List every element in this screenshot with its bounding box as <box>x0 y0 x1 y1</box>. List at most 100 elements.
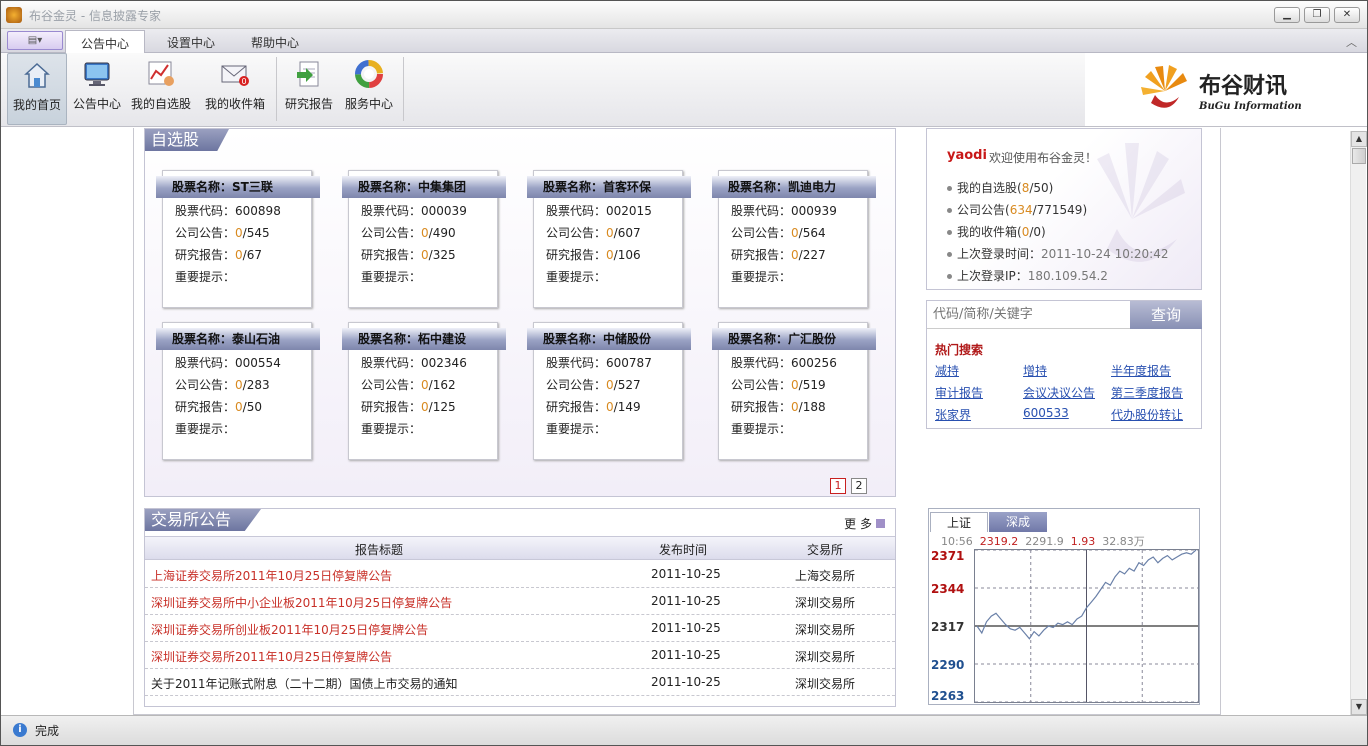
stock-card[interactable]: 股票名称：中集集团 股票代码：000039 公司公告：0/490 研究报告：0/325… <box>342 170 506 308</box>
tab-help-center[interactable]: 帮助中心 <box>235 30 315 53</box>
table-row[interactable]: 上海证券交易所2011年10月25日停复牌公告 2011-10-25 上海交易所 <box>145 561 895 588</box>
stock-card[interactable]: 股票名称：首客环保 股票代码：002015 公司公告：0/607 研究报告：0/106… <box>527 170 691 308</box>
announcement-date: 2011-10-25 <box>651 567 721 581</box>
stock-reports: 研究报告：0/149 <box>546 400 641 414</box>
vertical-scrollbar[interactable]: ▲ ▼ <box>1350 131 1367 715</box>
stock-tips: 重要提示： <box>546 270 607 284</box>
stock-reports: 研究报告：0/50 <box>175 400 262 414</box>
stock-name: 股票名称：ST三联 <box>156 176 320 198</box>
y-label: 2263 <box>931 689 965 703</box>
stock-card[interactable]: 股票名称：广汇股份 股票代码：600256 公司公告：0/519 研究报告：0/188… <box>712 322 876 460</box>
welcome-text: 欢迎使用布谷金灵！ <box>989 151 1098 165</box>
stock-card[interactable]: 股票名称：中储股份 股票代码：600787 公司公告：0/527 研究报告：0/149… <box>527 322 691 460</box>
stock-notices: 公司公告：0/545 <box>175 226 270 240</box>
page-2-button[interactable]: 2 <box>851 478 867 494</box>
stock-notices: 公司公告：0/283 <box>175 378 270 392</box>
restore-button[interactable]: ❐ <box>1304 7 1330 23</box>
hot-search-link[interactable]: 增持 <box>1023 362 1047 379</box>
table-row[interactable]: 关于2011年记账式附息（二十二期）国债上市交易的通知 2011-10-25 深圳交… <box>145 669 895 696</box>
minimize-button[interactable]: ▁ <box>1274 7 1300 23</box>
hot-search-link[interactable]: 第三季度报告 <box>1111 384 1183 401</box>
table-row[interactable]: 深圳证券交易所2011年10月25日停复牌公告 2011-10-25 深圳交易所 <box>145 642 895 669</box>
search-panel: 查询 热门搜索 减持 增持 半年度报告 审计报告 会议决议公告 第三季度报告 张… <box>926 300 1202 429</box>
stock-tips: 重要提示： <box>175 270 236 284</box>
report-icon <box>297 61 319 87</box>
stock-chart-icon <box>148 61 174 86</box>
close-button[interactable]: ✕ <box>1334 7 1360 23</box>
stock-card[interactable]: 股票名称：ST三联 股票代码：600898 公司公告：0/545 研究报告：0/67 重… <box>156 170 320 308</box>
stock-card[interactable]: 股票名称：泰山石油 股票代码：000554 公司公告：0/283 研究报告：0/50 重… <box>156 322 320 460</box>
market-chart-panel: 上证 深成 10:56 2319.2 2291.9 1.93 32.83万 23… <box>928 508 1200 705</box>
user-notice-count[interactable]: 公司公告(634/771549) <box>947 201 1087 218</box>
stock-reports: 研究报告：0/125 <box>361 400 456 414</box>
quote-prev: 2291.9 <box>1025 535 1064 548</box>
announcement-exchange: 深圳交易所 <box>795 623 856 637</box>
stock-card[interactable]: 股票名称：柘中建设 股票代码：002346 公司公告：0/162 研究报告：0/125… <box>342 322 506 460</box>
tab-settings-center[interactable]: 设置中心 <box>151 30 231 53</box>
toolbar-watchlist-button[interactable]: 我的自选股 <box>131 53 191 125</box>
stock-code: 股票代码：600256 <box>731 356 837 370</box>
tab-shanghai[interactable]: 上证 <box>930 512 988 532</box>
search-input[interactable] <box>927 301 1130 329</box>
header-title: 报告标题 <box>355 543 404 557</box>
hot-search-link[interactable]: 减持 <box>935 362 959 379</box>
info-icon: i <box>13 723 27 737</box>
toolbar-inbox-button[interactable]: 0 我的收件箱 <box>205 53 265 125</box>
toolbar-divider <box>276 57 277 121</box>
status-text: 完成 <box>35 724 60 738</box>
toolbar-research-button[interactable]: 研究报告 <box>279 53 339 125</box>
chevron-up-icon[interactable]: ︿ <box>1346 34 1357 50</box>
hot-search-link[interactable]: 半年度报告 <box>1111 362 1171 379</box>
menu-icon[interactable]: ▤▾ <box>7 31 63 50</box>
stock-tips: 重要提示： <box>361 422 422 436</box>
more-link[interactable]: 更 多 <box>844 515 885 532</box>
hot-search-link[interactable]: 会议决议公告 <box>1023 384 1095 401</box>
company-logo: 布谷财讯 BuGu Information <box>1137 63 1337 117</box>
tab-announcement-center[interactable]: 公告中心 <box>65 30 145 53</box>
announcement-title-link[interactable]: 深圳证券交易所中小企业板2011年10月25日停复牌公告 <box>151 594 452 611</box>
exchange-announcements-panel: 交易所公告 更 多 报告标题 发布时间 交易所 上海证券交易所2011年10月2… <box>144 508 896 707</box>
service-ring-icon <box>355 60 383 88</box>
hot-search-link[interactable]: 审计报告 <box>935 384 983 401</box>
toolbar-divider <box>403 57 404 121</box>
stock-card[interactable]: 股票名称：凯迪电力 股票代码：000939 公司公告：0/564 研究报告：0/227… <box>712 170 876 308</box>
scroll-thumb[interactable] <box>1352 148 1366 164</box>
y-label: 2344 <box>931 582 965 596</box>
hot-search-link[interactable]: 600533 <box>1023 406 1069 420</box>
page-1-button[interactable]: 1 <box>830 478 846 494</box>
user-watchlist-count[interactable]: 我的自选股(8/50) <box>947 179 1053 196</box>
stock-code: 股票代码：600787 <box>546 356 652 370</box>
hot-search-link[interactable]: 张家界 <box>935 406 971 423</box>
toolbar-service-button[interactable]: 服务中心 <box>339 53 399 125</box>
toolbar: 我的首页 公告中心 我的自选股 0 我的收件箱 研究报告 服务中心 布谷财讯 B… <box>1 53 1367 127</box>
quote-change: 1.93 <box>1070 535 1096 548</box>
stock-tips: 重要提示： <box>361 270 422 284</box>
market-plot <box>974 549 1199 703</box>
tab-shenzhen[interactable]: 深成 <box>989 512 1047 532</box>
stock-name: 股票名称：首客环保 <box>527 176 691 198</box>
toolbar-announcement-button[interactable]: 公告中心 <box>67 53 127 125</box>
y-label: 2371 <box>931 549 965 563</box>
hot-search-title: 热门搜索 <box>935 343 984 357</box>
quote-price: 2319.2 <box>979 535 1019 548</box>
quote-volume: 32.83万 <box>1102 535 1145 548</box>
user-info-panel: yaodi 欢迎使用布谷金灵！ 我的自选股(8/50) 公司公告(634/771… <box>926 128 1202 290</box>
stock-tips: 重要提示： <box>731 422 792 436</box>
user-inbox-count[interactable]: 我的收件箱(0/0) <box>947 223 1046 240</box>
announcement-title-link[interactable]: 深圳证券交易所2011年10月25日停复牌公告 <box>151 648 392 665</box>
hot-search-link[interactable]: 代办股份转让 <box>1111 406 1183 423</box>
announcement-title-link[interactable]: 关于2011年记账式附息（二十二期）国债上市交易的通知 <box>151 675 458 692</box>
scroll-down-icon[interactable]: ▼ <box>1351 699 1367 715</box>
announcement-exchange: 深圳交易所 <box>795 677 856 691</box>
table-row[interactable]: 深圳证券交易所中小企业板2011年10月25日停复牌公告 2011-10-25 深圳… <box>145 588 895 615</box>
announcement-title-link[interactable]: 上海证券交易所2011年10月25日停复牌公告 <box>151 567 392 584</box>
scroll-up-icon[interactable]: ▲ <box>1351 131 1367 147</box>
announcement-title-link[interactable]: 深圳证券交易所创业板2011年10月25日停复牌公告 <box>151 621 428 638</box>
stock-notices: 公司公告：0/490 <box>361 226 456 240</box>
window-title: 布谷金灵 - 信息披露专家 <box>29 9 161 23</box>
search-button[interactable]: 查询 <box>1130 301 1202 329</box>
table-row[interactable]: 深圳证券交易所创业板2011年10月25日停复牌公告 2011-10-25 深圳交易… <box>145 615 895 642</box>
svg-text:BuGu Information: BuGu Information <box>1198 101 1302 112</box>
title-bar: 布谷金灵 - 信息披露专家 ▁ ❐ ✕ <box>1 1 1367 29</box>
toolbar-home-button[interactable]: 我的首页 <box>7 53 67 125</box>
